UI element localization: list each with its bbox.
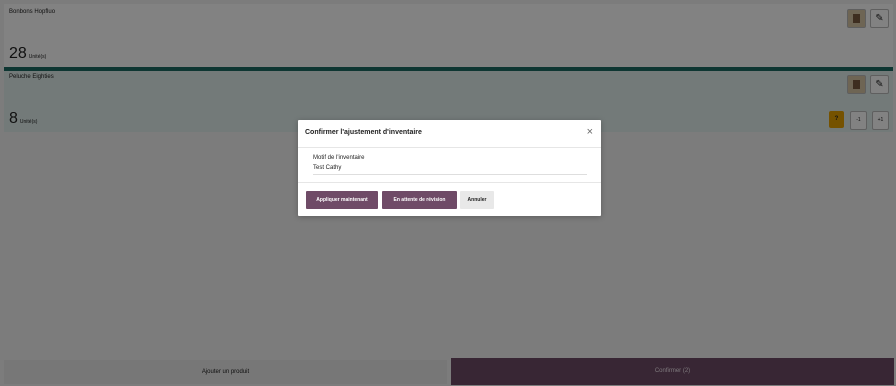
modal-divider: [298, 182, 601, 183]
reason-label: Motif de l'inventaire: [313, 155, 365, 161]
confirm-adjustment-modal: Confirmer l'ajustement d'inventaire × Mo…: [298, 120, 601, 216]
apply-now-button[interactable]: Appliquer maintenant: [306, 191, 378, 209]
reason-input[interactable]: Test Cathy: [313, 165, 587, 175]
cancel-button[interactable]: Annuler: [460, 191, 494, 209]
close-icon[interactable]: ×: [587, 127, 593, 138]
pending-review-button[interactable]: En attente de révision: [382, 191, 457, 209]
modal-header: Confirmer l'ajustement d'inventaire ×: [298, 120, 601, 148]
modal-title: Confirmer l'ajustement d'inventaire: [305, 129, 422, 136]
